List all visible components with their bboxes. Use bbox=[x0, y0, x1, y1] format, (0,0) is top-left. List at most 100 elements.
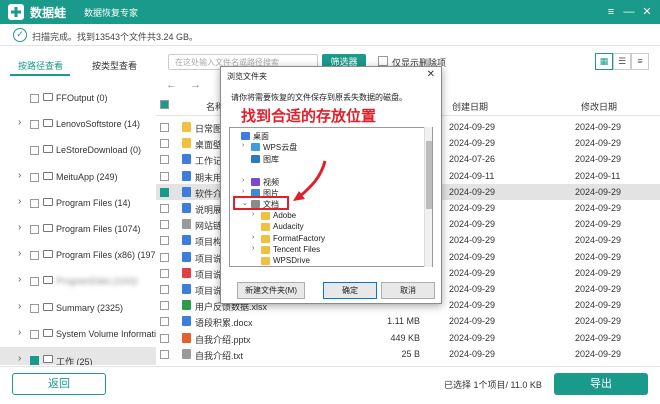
new-folder-button[interactable]: 新建文件夹(M) bbox=[237, 282, 305, 299]
table-row[interactable]: 自我介绍.pptx 449 KB 2024-09-29 2024-09-29 bbox=[156, 330, 660, 346]
annotation-text: 找到合适的存放位置 bbox=[241, 108, 377, 125]
expand-arrow-icon[interactable]: › bbox=[18, 327, 21, 338]
folder-checkbox[interactable] bbox=[30, 146, 39, 156]
back-arrow-icon[interactable]: ← bbox=[166, 79, 177, 91]
created-date: 2024-09-11 bbox=[449, 170, 495, 181]
folder-checkbox[interactable] bbox=[30, 303, 39, 313]
row-checkbox[interactable] bbox=[160, 349, 169, 359]
sidebar-item[interactable]: › LenovoSoftstore (14) bbox=[0, 111, 156, 137]
sidebar-item[interactable]: FFOutput (0) bbox=[0, 85, 156, 111]
dialog-tree-item[interactable]: › Adobe bbox=[252, 210, 432, 222]
tree-arrow-icon[interactable]: › bbox=[252, 245, 254, 252]
export-button[interactable]: 导出 bbox=[554, 373, 648, 395]
detail-view-icon[interactable]: ≡ bbox=[631, 53, 649, 70]
dialog-tree-label: WPSDrive bbox=[273, 256, 310, 266]
folder-checkbox[interactable] bbox=[30, 198, 39, 208]
expand-arrow-icon[interactable]: › bbox=[18, 170, 21, 181]
forward-arrow-icon[interactable]: → bbox=[190, 79, 201, 91]
dialog-tree-item[interactable]: WPSDrive bbox=[252, 255, 432, 266]
modified-date: 2024-09-29 bbox=[575, 219, 622, 230]
ok-button[interactable]: 确定 bbox=[323, 282, 377, 299]
folder-checkbox[interactable] bbox=[30, 94, 39, 103]
row-checkbox[interactable] bbox=[160, 285, 169, 294]
select-all-checkbox[interactable] bbox=[160, 100, 169, 109]
tree-arrow-icon[interactable]: › bbox=[242, 177, 244, 184]
row-checkbox[interactable] bbox=[160, 187, 169, 197]
column-created[interactable]: 创建日期 bbox=[452, 100, 488, 113]
expand-arrow-icon[interactable]: › bbox=[18, 301, 21, 312]
check-circle-icon: ✓ bbox=[13, 28, 27, 42]
minimize-icon[interactable]: — bbox=[620, 3, 638, 21]
row-checkbox[interactable] bbox=[160, 204, 169, 213]
dialog-tree-item[interactable]: › FormatFactory bbox=[252, 233, 432, 245]
row-checkbox[interactable] bbox=[160, 171, 169, 181]
menu-icon[interactable]: ≡ bbox=[602, 3, 620, 21]
file-size: 449 KB bbox=[390, 332, 420, 343]
folder-icon bbox=[261, 223, 270, 232]
file-name: 语段积累.docx bbox=[195, 318, 253, 329]
tree-arrow-icon[interactable]: › bbox=[252, 211, 254, 218]
tree-arrow-icon[interactable]: › bbox=[252, 234, 254, 241]
column-modified[interactable]: 修改日期 bbox=[581, 100, 617, 113]
folder-checkbox[interactable] bbox=[30, 277, 39, 287]
dialog-tree-item[interactable]: › WPS云盘 bbox=[242, 141, 422, 153]
table-row[interactable]: 自我介绍.txt 25 B 2024-09-29 2024-09-29 bbox=[156, 346, 660, 362]
doc-file-icon bbox=[182, 284, 191, 294]
grid-view-icon[interactable]: ▦ bbox=[595, 53, 613, 70]
title-bar: 数据蛙 数据恢复专家 ≡ — ✕ bbox=[0, 0, 660, 24]
sidebar-item-label: 工作 (25) bbox=[56, 357, 93, 365]
row-checkbox[interactable] bbox=[160, 220, 169, 230]
sidebar-item[interactable]: › Summary (2325) bbox=[0, 295, 156, 321]
show-deleted-checkbox[interactable] bbox=[378, 56, 388, 66]
row-checkbox[interactable] bbox=[160, 155, 169, 165]
row-checkbox[interactable] bbox=[160, 268, 169, 278]
close-icon[interactable]: ✕ bbox=[638, 3, 656, 21]
tab-by-type[interactable]: 按类型查看 bbox=[92, 59, 137, 72]
dialog-scrollbar[interactable] bbox=[424, 127, 432, 267]
modified-date: 2024-09-29 bbox=[575, 203, 622, 213]
expand-arrow-icon[interactable]: › bbox=[18, 353, 21, 364]
sidebar-item[interactable]: › Program Files (14) bbox=[0, 190, 156, 216]
sidebar-item[interactable]: LeStoreDownload (0) bbox=[0, 137, 156, 163]
cancel-button[interactable]: 取消 bbox=[381, 282, 435, 299]
sidebar-item[interactable]: › ProgramData (1163) bbox=[0, 268, 156, 294]
row-checkbox[interactable] bbox=[160, 333, 169, 343]
expand-arrow-icon[interactable]: › bbox=[18, 196, 21, 207]
back-button[interactable]: 返回 bbox=[12, 373, 106, 395]
dialog-close-icon[interactable]: ✕ bbox=[427, 69, 435, 80]
folder-checkbox[interactable] bbox=[30, 356, 39, 365]
expand-arrow-icon[interactable]: › bbox=[18, 222, 21, 233]
sidebar-item[interactable]: › 工作 (25) bbox=[0, 347, 156, 365]
dialog-tree-item[interactable]: 桌面 bbox=[232, 130, 412, 142]
expand-arrow-icon[interactable]: › bbox=[18, 248, 21, 259]
tab-by-path[interactable]: 按路径查看 bbox=[18, 59, 63, 72]
scrollbar-thumb[interactable] bbox=[426, 141, 432, 209]
sidebar-item[interactable]: › Program Files (1074) bbox=[0, 216, 156, 242]
dialog-tree-item[interactable]: Audacity bbox=[252, 221, 432, 233]
row-checkbox[interactable] bbox=[160, 123, 169, 132]
row-checkbox[interactable] bbox=[160, 236, 169, 246]
row-checkbox[interactable] bbox=[160, 252, 169, 262]
row-checkbox[interactable] bbox=[160, 317, 169, 327]
modified-date: 2024-09-29 bbox=[575, 284, 622, 294]
tree-arrow-icon[interactable]: › bbox=[242, 188, 244, 195]
sidebar-item[interactable]: › System Volume Informati... bbox=[0, 321, 156, 347]
sidebar-item[interactable]: › Program Files (x86) (1976) bbox=[0, 242, 156, 268]
folder-checkbox[interactable] bbox=[30, 172, 39, 182]
tree-arrow-icon[interactable]: › bbox=[242, 142, 244, 149]
row-checkbox[interactable] bbox=[160, 301, 169, 311]
folder-checkbox[interactable] bbox=[30, 120, 39, 130]
doc-file-icon bbox=[182, 170, 191, 181]
row-checkbox[interactable] bbox=[160, 139, 169, 149]
folder-checkbox[interactable] bbox=[30, 225, 39, 234]
folder-checkbox[interactable] bbox=[30, 329, 39, 339]
folder-checkbox[interactable] bbox=[30, 251, 39, 261]
expand-arrow-icon[interactable]: › bbox=[18, 274, 21, 285]
modified-date: 2024-09-29 bbox=[575, 138, 622, 149]
list-view-icon[interactable]: ☰ bbox=[613, 53, 631, 70]
sidebar-item[interactable]: › MeituApp (249) bbox=[0, 164, 156, 190]
created-date: 2024-09-29 bbox=[449, 332, 496, 343]
dialog-tree-item[interactable]: › Tencent Files bbox=[252, 244, 432, 256]
expand-arrow-icon[interactable]: › bbox=[18, 117, 21, 128]
table-row[interactable]: 语段积累.docx 1.11 MB 2024-09-29 2024-09-29 bbox=[156, 313, 660, 329]
